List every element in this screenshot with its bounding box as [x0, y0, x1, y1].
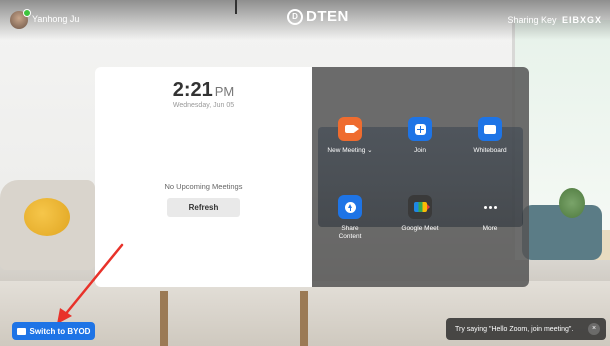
close-icon[interactable]: ×: [588, 323, 600, 335]
switch-to-byod-button[interactable]: Switch to BYOD: [12, 322, 95, 340]
voice-hint-text: Try saying "Hello Zoom, join meeting".: [455, 325, 574, 333]
annotation-arrow-icon: [57, 243, 124, 324]
laptop-icon: [16, 327, 26, 335]
voice-hint-toast: Try saying "Hello Zoom, join meeting". ×: [446, 318, 606, 340]
home-screen: Yanhong Ju D DTEN Sharing Key EIBXGX 2:2…: [0, 0, 610, 346]
switch-to-byod-label: Switch to BYOD: [29, 326, 91, 336]
